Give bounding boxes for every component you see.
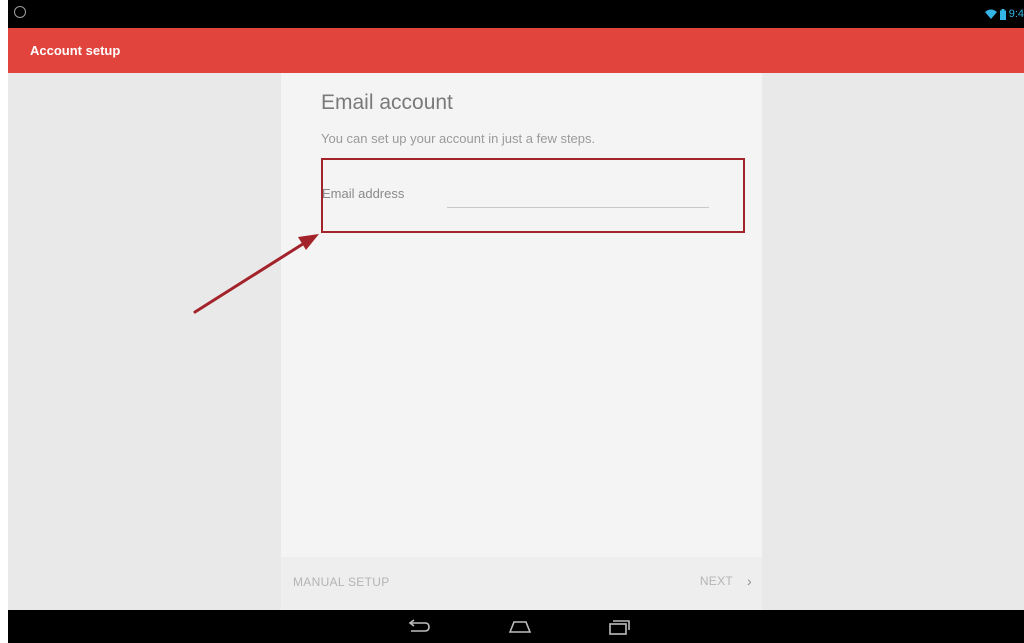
app-bar: Account setup (8, 28, 1024, 73)
chevron-right-icon: › (747, 573, 752, 589)
home-icon[interactable] (507, 616, 533, 638)
highlight-box (321, 158, 745, 233)
setup-card: Email account You can set up your accoun… (281, 73, 762, 610)
app-title: Account setup (30, 43, 121, 58)
card-footer: MANUAL SETUP NEXT › (281, 557, 762, 610)
back-icon[interactable] (406, 616, 432, 638)
next-button[interactable]: NEXT › (700, 573, 752, 589)
navigation-bar (8, 610, 1024, 643)
recents-icon[interactable] (606, 616, 632, 638)
manual-setup-button[interactable]: MANUAL SETUP (293, 575, 390, 589)
card-title: Email account (321, 91, 453, 114)
next-label: NEXT (699, 574, 734, 588)
wifi-icon (984, 9, 997, 19)
battery-icon (999, 8, 1006, 20)
settings-circle-icon (14, 6, 26, 18)
tablet-screen: 9:4 Account setup Email account You can … (8, 0, 1024, 643)
status-bar: 9:4 (8, 0, 1024, 28)
status-time: 9:4 (1008, 8, 1024, 20)
card-subtitle: You can set up your account in just a fe… (321, 131, 596, 146)
status-icons: 9:4 (984, 6, 1024, 22)
